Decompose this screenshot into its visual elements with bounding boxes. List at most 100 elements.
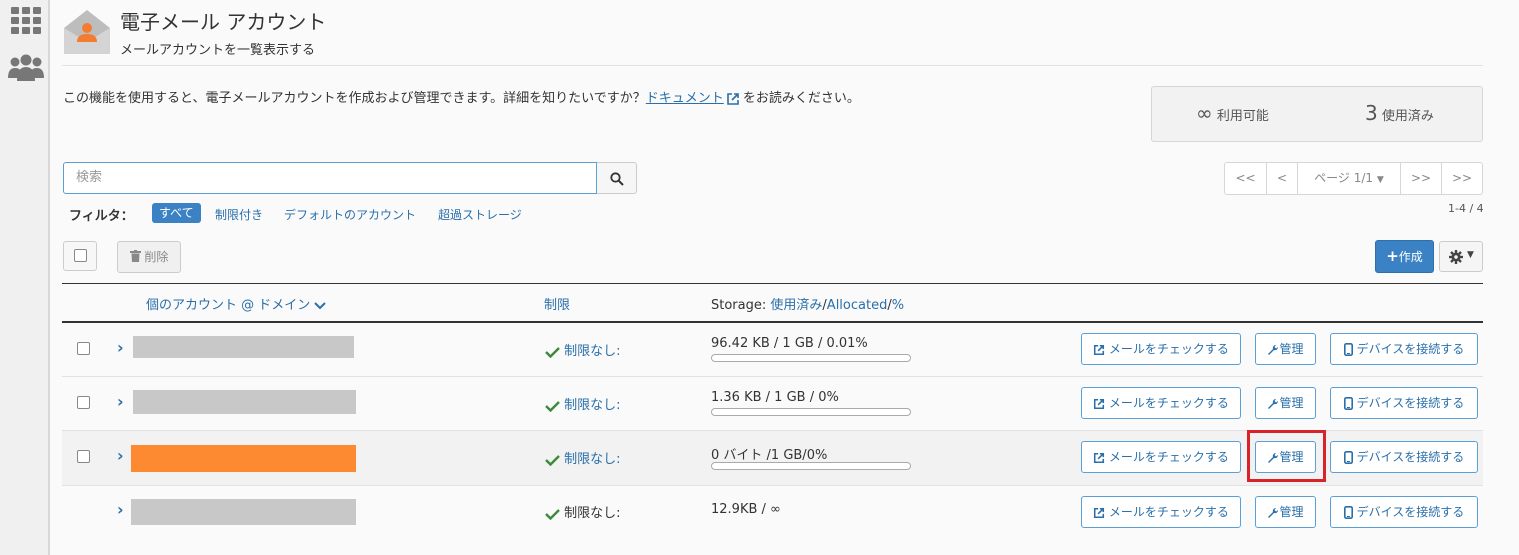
account-name-highlighted[interactable] — [131, 445, 356, 472]
account-name-redacted[interactable] — [133, 390, 356, 414]
pager-page-label: ページ 1/1 — [1314, 171, 1374, 185]
row-divider — [62, 376, 1483, 377]
external-link-icon — [1094, 344, 1105, 355]
table-header-border — [62, 321, 1483, 323]
filter-restricted[interactable]: 制限付き — [215, 206, 263, 223]
table-top-border — [62, 283, 1483, 284]
row-divider — [62, 485, 1483, 486]
limit-text: 制限なし: — [564, 344, 621, 359]
account-name-redacted[interactable] — [131, 499, 356, 525]
limit-cell: 制限なし: — [545, 448, 621, 467]
check-icon — [545, 346, 560, 358]
expand-chevron-icon[interactable]: › — [117, 392, 124, 411]
available-label: 利用可能 — [1216, 109, 1269, 124]
mobile-device-icon — [1343, 506, 1353, 519]
external-link-icon — [1094, 398, 1105, 409]
check-email-label: メールをチェックする — [1108, 450, 1229, 464]
email-account-logo-icon — [64, 10, 110, 54]
row-checkbox[interactable] — [77, 396, 90, 409]
connect-device-label: デバイスを接続する — [1356, 505, 1465, 519]
check-icon — [545, 508, 560, 520]
manage-button[interactable]: 管理 — [1255, 496, 1316, 528]
pager-last[interactable]: >> — [1441, 162, 1483, 195]
account-name-redacted[interactable] — [133, 336, 354, 358]
pager-next[interactable]: >> — [1400, 162, 1442, 195]
column-header-limit[interactable]: 制限 — [544, 294, 570, 313]
connect-device-label: デバイスを接続する — [1356, 396, 1465, 410]
manage-label: 管理 — [1279, 505, 1304, 519]
sort-storage-used[interactable]: 使用済み — [770, 298, 822, 313]
storage-text: 1.36 KB / 1 GB / 0% — [711, 390, 839, 405]
search-button[interactable] — [597, 162, 637, 194]
trash-icon — [129, 250, 141, 262]
limit-text: 制限なし: — [564, 398, 621, 413]
settings-dropdown-button[interactable]: ▼ — [1439, 241, 1483, 272]
column-account-label: 個のアカウント @ ドメイン — [146, 298, 311, 313]
connect-device-button[interactable]: デバイスを接続する — [1330, 333, 1478, 365]
connect-device-button[interactable]: デバイスを接続する — [1330, 441, 1478, 473]
expand-chevron-icon[interactable]: › — [117, 500, 124, 519]
apps-grid-icon[interactable] — [11, 7, 41, 34]
check-email-button[interactable]: メールをチェックする — [1081, 496, 1241, 528]
pager-prev[interactable]: < — [1266, 162, 1298, 195]
account-stats-panel: ∞ 利用可能 3 使用済み — [1151, 86, 1483, 142]
plus-icon: + — [1386, 247, 1399, 265]
check-email-label: メールをチェックする — [1108, 396, 1229, 410]
storage-text: 96.42 KB / 1 GB / 0.01% — [711, 336, 868, 351]
column-header-storage: Storage: 使用済み/Allocated/% — [711, 298, 905, 313]
storage-prefix: Storage: — [711, 298, 767, 313]
caret-down-icon: ▼ — [1376, 175, 1384, 185]
storage-text: 0 バイト /1 GB/0% — [711, 448, 828, 463]
delete-button[interactable]: 削除 — [117, 241, 181, 273]
create-button[interactable]: +作成 — [1375, 240, 1434, 273]
check-email-label: メールをチェックする — [1108, 505, 1229, 519]
wrench-icon — [1268, 398, 1279, 409]
filter-all[interactable]: すべて — [152, 203, 201, 223]
external-link-icon[interactable] — [726, 92, 740, 106]
search-input[interactable]: 検索 — [63, 162, 597, 194]
delete-label: 削除 — [144, 250, 169, 264]
sort-storage-percent[interactable]: % — [892, 298, 904, 313]
manage-label: 管理 — [1279, 396, 1304, 410]
connect-device-button[interactable]: デバイスを接続する — [1330, 496, 1478, 528]
sort-storage-allocated[interactable]: Allocated — [827, 298, 888, 313]
used-stat: 3 使用済み — [1365, 101, 1434, 125]
filter-over-storage[interactable]: 超過ストレージ — [438, 206, 522, 223]
search-icon — [610, 172, 624, 186]
wrench-icon — [1268, 344, 1279, 355]
manage-button[interactable]: 管理 — [1255, 333, 1316, 365]
column-header-account[interactable]: 個のアカウント @ ドメイン — [146, 294, 327, 313]
expand-chevron-icon[interactable]: › — [117, 446, 124, 465]
check-email-button[interactable]: メールをチェックする — [1081, 333, 1241, 365]
storage-text: 12.9KB / ∞ — [711, 502, 781, 517]
connect-device-label: デバイスを接続する — [1356, 450, 1465, 464]
row-checkbox[interactable] — [77, 450, 90, 463]
storage-usage-bar — [711, 462, 911, 470]
documentation-link[interactable]: ドキュメント — [646, 91, 724, 106]
pager-page-select[interactable]: ページ 1/1 ▼ — [1297, 162, 1401, 195]
storage-usage-bar — [711, 408, 911, 416]
intro-before: この機能を使用すると、電子メールアカウントを作成および管理できます。詳細を知りた… — [63, 91, 646, 106]
select-all-checkbox[interactable] — [63, 241, 97, 271]
expand-chevron-icon[interactable]: › — [117, 338, 124, 357]
mobile-device-icon — [1343, 343, 1353, 356]
check-email-button[interactable]: メールをチェックする — [1081, 387, 1241, 419]
select-all-check[interactable] — [74, 249, 87, 262]
manage-label: 管理 — [1279, 342, 1304, 356]
mobile-device-icon — [1343, 397, 1353, 410]
connect-device-label: デバイスを接続する — [1356, 342, 1465, 356]
check-icon — [545, 454, 560, 466]
limit-cell: 制限なし: — [545, 340, 621, 359]
manage-button[interactable]: 管理 — [1255, 387, 1316, 419]
limit-cell: 制限なし: — [545, 394, 621, 413]
used-label: 使用済み — [1381, 109, 1434, 124]
pager-first[interactable]: << — [1224, 162, 1267, 195]
check-email-button[interactable]: メールをチェックする — [1081, 441, 1241, 473]
filter-default-account[interactable]: デフォルトのアカウント — [284, 206, 416, 223]
connect-device-button[interactable]: デバイスを接続する — [1330, 387, 1478, 419]
storage-usage-bar — [711, 354, 911, 362]
available-stat: ∞ 利用可能 — [1196, 101, 1269, 125]
page-subtitle: メールアカウントを一覧表示する — [120, 43, 316, 58]
users-icon[interactable] — [7, 54, 45, 82]
row-checkbox[interactable] — [77, 342, 90, 355]
